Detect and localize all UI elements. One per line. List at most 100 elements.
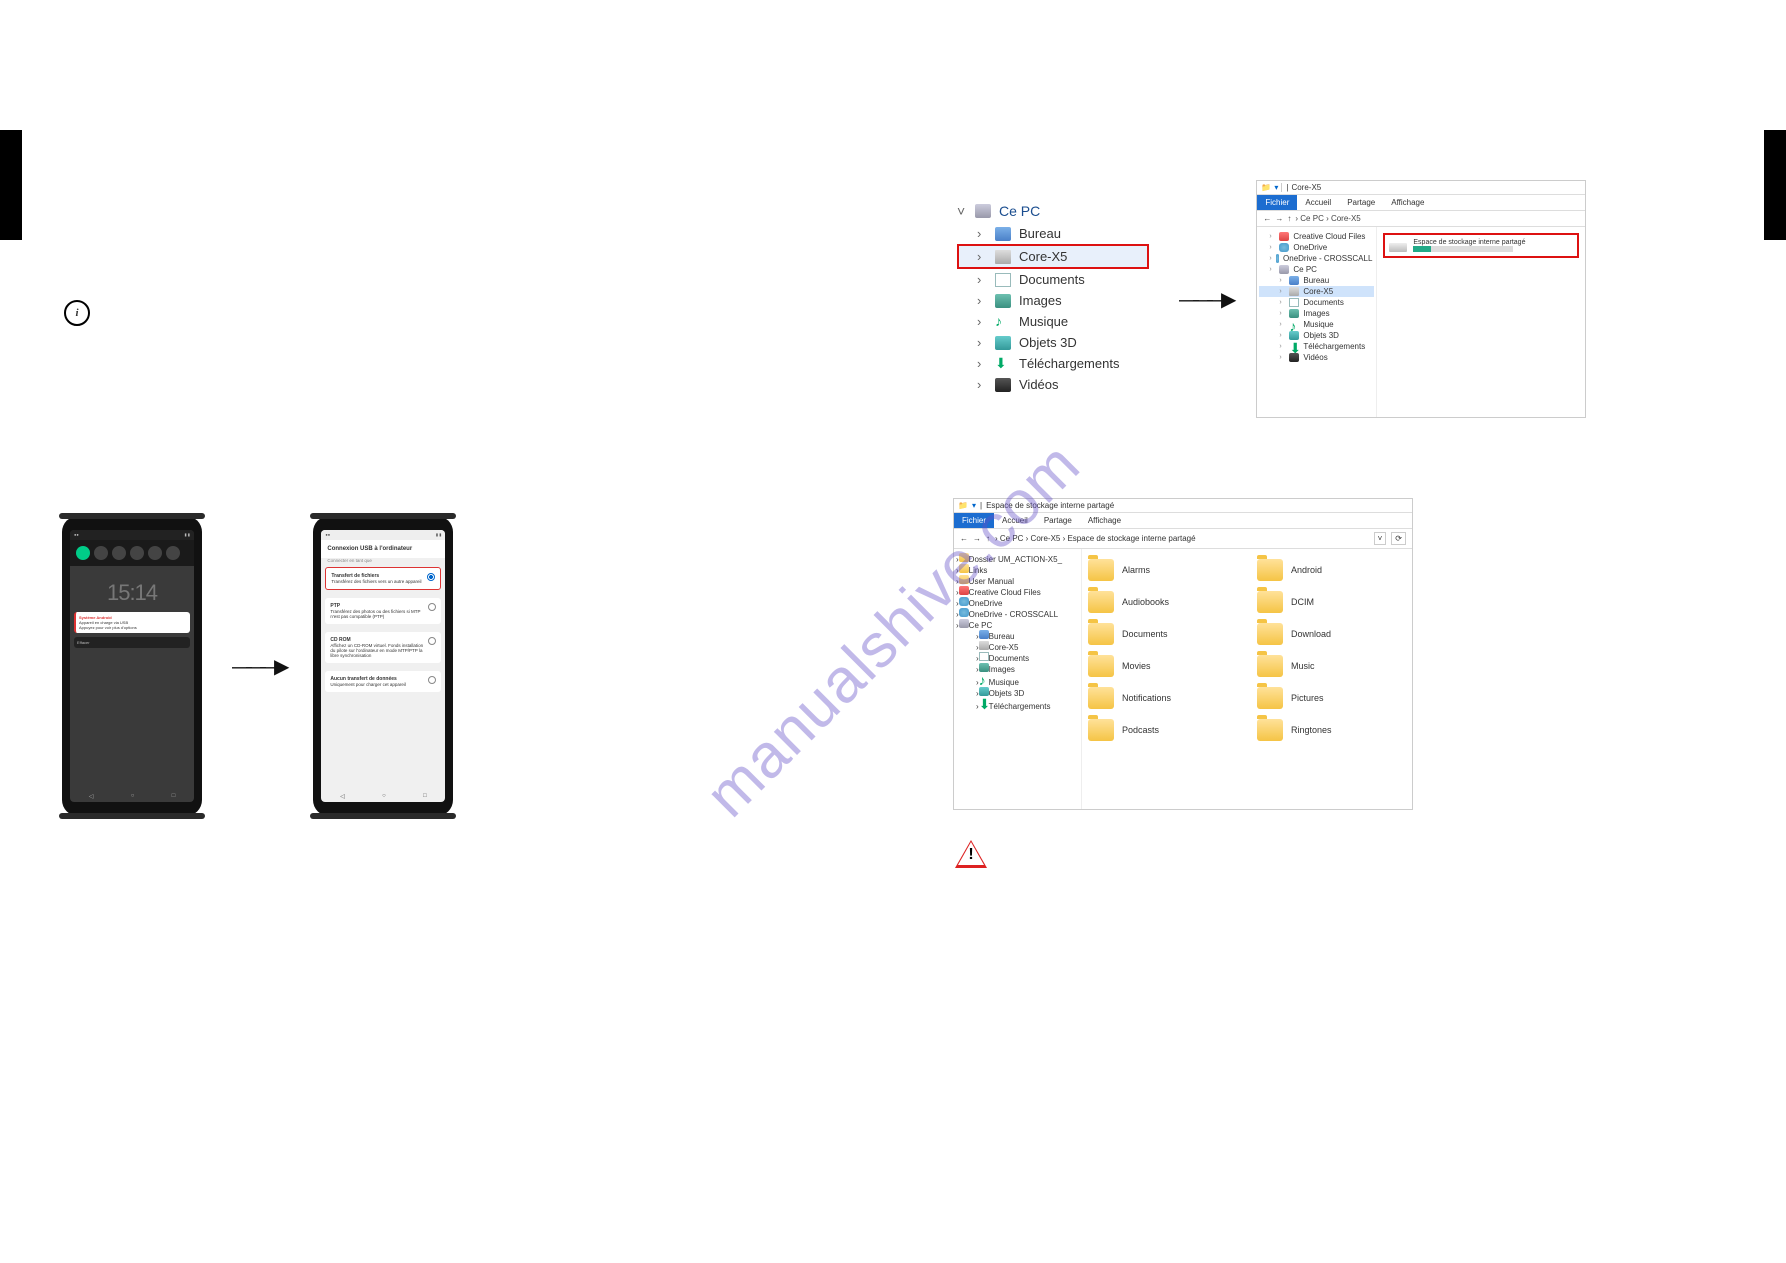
folder-pictures[interactable]: Pictures [1257, 687, 1406, 709]
sidebar-item-ce-pc[interactable]: ›Ce PC [1259, 264, 1374, 275]
breadcrumb[interactable]: › Ce PC › Core-X5 [1295, 214, 1360, 223]
tree-item-images[interactable]: ›Images [957, 290, 1149, 311]
breadcrumb[interactable]: › Ce PC › Core-X5 › Espace de stockage i… [995, 534, 1196, 543]
chevron-right-icon[interactable]: › [1279, 321, 1285, 328]
chevron-right-icon[interactable]: › [1269, 233, 1275, 240]
folder-dcim[interactable]: DCIM [1257, 591, 1406, 613]
chevron-right-icon[interactable]: › [1279, 288, 1285, 295]
chevron-right-icon[interactable]: › [977, 249, 987, 264]
clear-button[interactable]: Effacer [74, 637, 190, 648]
chevron-right-icon[interactable]: › [1279, 332, 1285, 339]
chevron-right-icon[interactable]: › [1279, 299, 1285, 306]
tab-accueil[interactable]: Accueil [1297, 195, 1339, 210]
chevron-right-icon[interactable]: › [977, 272, 987, 287]
chevron-right-icon[interactable]: › [1269, 266, 1275, 273]
sidebar-item-images[interactable]: ›Images [1259, 308, 1374, 319]
sidebar-item-creative-cloud-files[interactable]: ›Creative Cloud Files [956, 586, 1079, 597]
tab-fichier[interactable]: Fichier [954, 513, 994, 528]
sidebar-item-dossier-um-action-x5-[interactable]: ›Dossier UM_ACTION-X5_ [956, 553, 1079, 564]
folder-audiobooks[interactable]: Audiobooks [1088, 591, 1237, 613]
sidebar-item-creative-cloud-files[interactable]: ›Creative Cloud Files [1259, 231, 1374, 242]
folder-notifications[interactable]: Notifications [1088, 687, 1237, 709]
sidebar-item-links[interactable]: ›Links [956, 564, 1079, 575]
qs-tile[interactable] [166, 546, 180, 560]
sidebar-item-onedrive[interactable]: ›OneDrive [1259, 242, 1374, 253]
tree-item-téléchargements[interactable]: ›⬇Téléchargements [957, 353, 1149, 374]
tab-accueil[interactable]: Accueil [994, 513, 1036, 528]
usb-option-no-transfer[interactable]: Aucun transfert de données Uniquement po… [325, 671, 441, 692]
tab-affichage[interactable]: Affichage [1080, 513, 1129, 528]
tab-affichage[interactable]: Affichage [1383, 195, 1432, 210]
dropdown-icon[interactable]: ▾ [972, 501, 976, 510]
usb-option-cdrom[interactable]: CD ROM Affichez un CD-ROM virtuel. Fonds… [325, 632, 441, 663]
folder-ringtones[interactable]: Ringtones [1257, 719, 1406, 741]
usb-option-file-transfer[interactable]: Transfert de fichiers Transférez des fic… [325, 567, 441, 590]
chevron-right-icon[interactable]: › [977, 377, 987, 392]
radio-icon[interactable] [428, 637, 436, 645]
tree-item-core-x5[interactable]: ›Core-X5 [957, 244, 1149, 269]
tree-item-objets-3d[interactable]: ›Objets 3D [957, 332, 1149, 353]
qs-tile[interactable] [112, 546, 126, 560]
tree-item-musique[interactable]: ›♪Musique [957, 311, 1149, 332]
dropdown-icon[interactable]: ˅ [1374, 532, 1387, 545]
qs-tile[interactable] [148, 546, 162, 560]
folder-movies[interactable]: Movies [1088, 655, 1237, 677]
sidebar-item-bureau[interactable]: ›Bureau [956, 630, 1079, 641]
nav-up-icon[interactable]: ↑ [1287, 214, 1291, 223]
chevron-right-icon[interactable]: › [1279, 343, 1285, 350]
tree-root-ce-pc[interactable]: ˅ Ce PC [957, 203, 1149, 219]
tree-item-documents[interactable]: ›Documents [957, 269, 1149, 290]
usb-notification-card[interactable]: Système Android Appareil en charge via U… [74, 612, 190, 633]
sidebar-item-t-l-chargements[interactable]: ›⬇Téléchargements [1259, 341, 1374, 352]
qs-tile[interactable] [130, 546, 144, 560]
nav-up-icon[interactable]: ↑ [986, 534, 990, 543]
tab-partage[interactable]: Partage [1339, 195, 1383, 210]
qs-tile[interactable] [94, 546, 108, 560]
chevron-right-icon[interactable]: › [977, 356, 987, 371]
qs-tile[interactable] [76, 546, 90, 560]
dropdown-icon[interactable]: ▾ [1274, 183, 1278, 192]
chevron-right-icon[interactable]: › [977, 293, 987, 308]
folder-podcasts[interactable]: Podcasts [1088, 719, 1237, 741]
sidebar-item-bureau[interactable]: ›Bureau [1259, 275, 1374, 286]
sidebar-item-documents[interactable]: ›Documents [956, 652, 1079, 663]
sidebar-item-objets-3d[interactable]: ›Objets 3D [956, 687, 1079, 698]
radio-selected-icon[interactable] [427, 573, 435, 581]
sidebar-item-onedrive[interactable]: ›OneDrive [956, 597, 1079, 608]
address-bar[interactable]: ← → ↑ › Ce PC › Core-X5 [1257, 210, 1585, 227]
sidebar-item-t-l-chargements[interactable]: ›⬇Téléchargements [956, 698, 1079, 711]
usb-option-ptp[interactable]: PTP Transférez des photos ou des fichier… [325, 598, 441, 624]
sidebar-item-onedrive-crosscall[interactable]: ›OneDrive - CROSSCALL [956, 608, 1079, 619]
chevron-right-icon[interactable]: › [977, 314, 987, 329]
chevron-down-icon[interactable]: ˅ [957, 203, 967, 219]
sidebar-item-images[interactable]: ›Images [956, 663, 1079, 674]
address-bar[interactable]: ← → ↑ › Ce PC › Core-X5 › Espace de stoc… [954, 528, 1412, 549]
nav-back-icon[interactable]: ← [960, 534, 968, 543]
folder-download[interactable]: Download [1257, 623, 1406, 645]
sidebar-item-core-x5[interactable]: ›Core-X5 [956, 641, 1079, 652]
sidebar-item-ce-pc[interactable]: ›Ce PC [956, 619, 1079, 630]
android-nav-bar[interactable]: ◁○□ [321, 790, 445, 802]
refresh-icon[interactable]: ⟳ [1391, 532, 1406, 545]
chevron-right-icon[interactable]: › [977, 335, 987, 350]
folder-music[interactable]: Music [1257, 655, 1406, 677]
sidebar-item-musique[interactable]: ›♪Musique [1259, 319, 1374, 330]
nav-back-icon[interactable]: ← [1263, 214, 1271, 223]
folder-android[interactable]: Android [1257, 559, 1406, 581]
tab-fichier[interactable]: Fichier [1257, 195, 1297, 210]
sidebar-item-musique[interactable]: ›♪Musique [956, 674, 1079, 687]
sidebar-item-objets-3d[interactable]: ›Objets 3D [1259, 330, 1374, 341]
folder-documents[interactable]: Documents [1088, 623, 1237, 645]
sidebar-item-onedrive-crosscall[interactable]: ›OneDrive - CROSSCALL [1259, 253, 1374, 264]
sidebar-item-core-x5[interactable]: ›Core-X5 [1259, 286, 1374, 297]
sidebar-item-user-manual[interactable]: ›User Manual [956, 575, 1079, 586]
radio-icon[interactable] [428, 676, 436, 684]
chevron-right-icon[interactable]: › [1269, 244, 1275, 251]
internal-storage-item[interactable]: Espace de stockage interne partagé [1383, 233, 1579, 258]
sidebar-item-vid-os[interactable]: ›Vidéos [1259, 352, 1374, 363]
tree-item-vidéos[interactable]: ›Vidéos [957, 374, 1149, 395]
nav-forward-icon[interactable]: → [973, 534, 981, 543]
chevron-right-icon[interactable]: › [1279, 310, 1285, 317]
tree-item-bureau[interactable]: ›Bureau [957, 223, 1149, 244]
sidebar-item-documents[interactable]: ›Documents [1259, 297, 1374, 308]
